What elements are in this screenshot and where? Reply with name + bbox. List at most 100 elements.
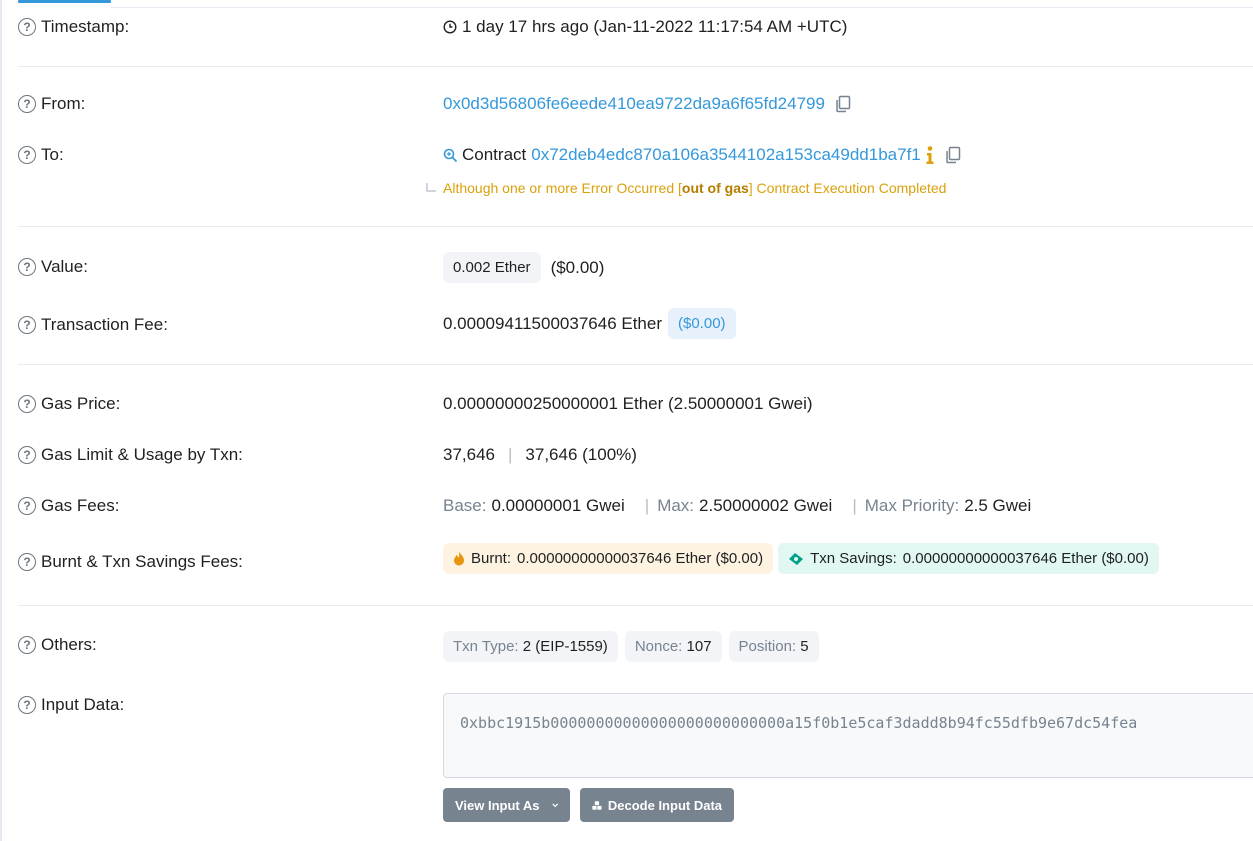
- transaction-fee-row: ? Transaction Fee: 0.00009411500037646 E…: [18, 308, 1253, 339]
- transaction-fee-label: ? Transaction Fee:: [18, 315, 168, 335]
- question-circle-icon[interactable]: ?: [18, 497, 36, 515]
- fee-usd-badge: ($0.00): [668, 308, 736, 339]
- max-priority-value: 2.5 Gwei: [964, 496, 1032, 515]
- clock-icon: [443, 20, 457, 34]
- cubes-icon: [592, 800, 602, 810]
- question-circle-icon[interactable]: ?: [18, 95, 36, 113]
- copy-icon[interactable]: [944, 146, 962, 164]
- burnt-value: 0.00000000000037646 Ether ($0.00): [517, 550, 764, 567]
- warning-text-pre: Although one or more Error Occurred [: [443, 180, 682, 196]
- gas-limit: 37,646: [443, 445, 495, 464]
- chevron-down-icon: [551, 802, 558, 807]
- warning-text-post: ] Contract Execution Completed: [748, 180, 947, 196]
- from-label-text: From:: [41, 94, 86, 113]
- gas-limit-row: ? Gas Limit & Usage by Txn: 37,646 | 37,…: [18, 445, 1253, 467]
- divider: [18, 605, 1253, 606]
- value-usd: ($0.00): [550, 257, 605, 277]
- position-label: Position:: [738, 638, 797, 655]
- question-circle-icon[interactable]: ?: [18, 636, 36, 654]
- others-label-text: Others:: [41, 635, 97, 654]
- separator: |: [508, 445, 513, 464]
- burnt-savings-label: ? Burnt & Txn Savings Fees:: [18, 552, 243, 572]
- question-circle-icon[interactable]: ?: [18, 258, 36, 276]
- from-address-link[interactable]: 0x0d3d56806fe6eede410ea9722da9a6f65fd247…: [443, 94, 825, 114]
- question-circle-icon[interactable]: ?: [18, 316, 36, 334]
- decode-input-data-button[interactable]: Decode Input Data: [580, 788, 734, 822]
- others-value: Txn Type: 2 (EIP-1559) Nonce: 107 Positi…: [443, 631, 826, 662]
- nonce-label: Nonce:: [634, 638, 683, 655]
- money-icon: [789, 552, 804, 565]
- value-label-text: Value:: [41, 257, 88, 276]
- view-input-as-label: View Input As: [455, 797, 540, 813]
- txn-type-badge: Txn Type: 2 (EIP-1559): [443, 631, 618, 662]
- gas-fees-row: ? Gas Fees: Base: 0.00000001 Gwei | Max:…: [18, 496, 1253, 518]
- timestamp-row: ? Timestamp: 1 day 17 hrs ago (Jan-11-20…: [18, 17, 1253, 39]
- input-data-textarea[interactable]: 0xbbc1915b00000000000000000000000000a15f…: [443, 693, 1253, 778]
- transaction-details-panel: ? Timestamp: 1 day 17 hrs ago (Jan-11-20…: [0, 0, 1253, 841]
- timestamp-text: 1 day 17 hrs ago (Jan-11-2022 11:17:54 A…: [462, 17, 848, 36]
- from-label: ? From:: [18, 94, 85, 114]
- info-icon[interactable]: [925, 145, 935, 165]
- position-value: 5: [800, 638, 809, 655]
- view-input-as-button[interactable]: View Input As: [443, 788, 570, 822]
- ether-value-badge: 0.002 Ether: [443, 252, 541, 283]
- gas-limit-label: ? Gas Limit & Usage by Txn:: [18, 445, 243, 465]
- gas-price-label: ? Gas Price:: [18, 394, 120, 414]
- nonce-badge: Nonce: 107: [624, 631, 722, 662]
- value-label: ? Value:: [18, 257, 88, 277]
- to-value: Contract 0x72deb4edc870a106a3544102a153c…: [443, 145, 962, 165]
- gas-usage: 37,646 (100%): [525, 445, 637, 464]
- tree-branch-icon: [426, 183, 436, 192]
- fee-amount: 0.00009411500037646 Ether: [443, 313, 662, 333]
- decode-input-data-label: Decode Input Data: [607, 797, 722, 813]
- question-circle-icon[interactable]: ?: [18, 553, 36, 571]
- question-circle-icon[interactable]: ?: [18, 395, 36, 413]
- to-label-text: To:: [41, 145, 64, 164]
- position-badge: Position: 5: [728, 631, 819, 662]
- txn-type-label: Txn Type:: [453, 638, 519, 655]
- burnt-savings-value: Burnt: 0.00000000000037646 Ether ($0.00)…: [443, 543, 1159, 574]
- timestamp-value: 1 day 17 hrs ago (Jan-11-2022 11:17:54 A…: [443, 17, 847, 37]
- execution-warning: Although one or more Error Occurred [ ou…: [425, 180, 946, 196]
- gas-fees-label: ? Gas Fees:: [18, 496, 119, 516]
- txn-type-value: 2 (EIP-1559): [522, 638, 608, 655]
- panel-left-border: [0, 0, 2, 841]
- value-value: 0.002 Ether ($0.00): [443, 252, 604, 283]
- timestamp-label-text: Timestamp:: [41, 17, 130, 36]
- separator: |: [852, 496, 857, 515]
- base-fee-value: 0.00000001 Gwei: [491, 496, 625, 515]
- question-circle-icon[interactable]: ?: [18, 446, 36, 464]
- contract-prefix: Contract: [462, 145, 527, 164]
- to-label: ? To:: [18, 145, 64, 165]
- question-circle-icon[interactable]: ?: [18, 18, 36, 36]
- copy-icon[interactable]: [834, 95, 852, 113]
- gas-price-value: 0.00000000250000001 Ether (2.50000001 Gw…: [443, 394, 813, 413]
- transaction-fee-value: 0.00009411500037646 Ether ($0.00): [443, 308, 736, 339]
- tab-underline: [111, 7, 1253, 8]
- divider: [18, 66, 1253, 67]
- gas-fees-label-text: Gas Fees:: [41, 496, 120, 515]
- burnt-savings-row: ? Burnt & Txn Savings Fees: Burnt: 0.000…: [18, 543, 1253, 577]
- warning-out-of-gas: out of gas: [681, 180, 749, 196]
- active-tab-indicator: [18, 0, 111, 3]
- from-value: 0x0d3d56806fe6eede410ea9722da9a6f65fd247…: [443, 94, 852, 114]
- value-row: ? Value: 0.002 Ether ($0.00): [18, 252, 1253, 283]
- gas-limit-label-text: Gas Limit & Usage by Txn:: [41, 445, 243, 464]
- burnt-label: Burnt:: [471, 550, 512, 567]
- question-circle-icon[interactable]: ?: [18, 146, 36, 164]
- divider: [18, 364, 1253, 365]
- to-address-link[interactable]: 0x72deb4edc870a106a3544102a153ca49dd1ba7…: [531, 145, 921, 165]
- divider: [18, 226, 1253, 227]
- question-circle-icon[interactable]: ?: [18, 696, 36, 714]
- gas-fees-value: Base: 0.00000001 Gwei | Max: 2.50000002 …: [443, 496, 1031, 516]
- transaction-fee-label-text: Transaction Fee:: [41, 315, 168, 334]
- txn-savings-value: 0.00000000000037646 Ether ($0.00): [902, 550, 1149, 567]
- fire-icon: [454, 551, 464, 566]
- timestamp-label: ? Timestamp:: [18, 17, 129, 37]
- others-label: ? Others:: [18, 635, 97, 655]
- others-row: ? Others: Txn Type: 2 (EIP-1559) Nonce: …: [18, 631, 1253, 663]
- max-priority-label: Max Priority:: [864, 496, 960, 515]
- gas-price-row: ? Gas Price: 0.00000000250000001 Ether (…: [18, 394, 1253, 416]
- contract-search-icon: [443, 148, 458, 162]
- burnt-badge: Burnt: 0.00000000000037646 Ether ($0.00): [443, 543, 774, 574]
